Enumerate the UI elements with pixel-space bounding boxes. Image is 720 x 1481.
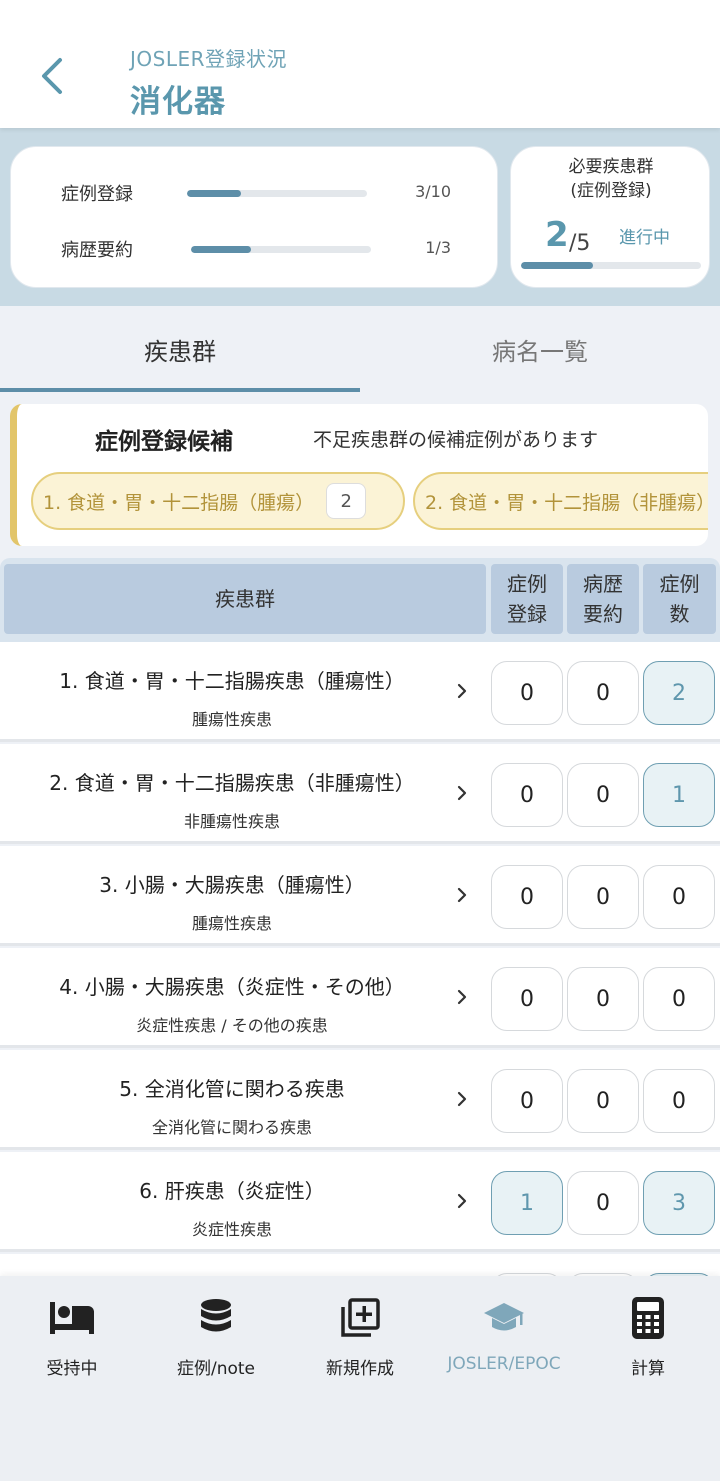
progress-row-registration: 症例登録 3/10 — [11, 177, 499, 207]
graduation-cap-icon — [480, 1294, 528, 1342]
candidate-title: 症例登録候補 — [95, 429, 233, 455]
candidate-chip[interactable]: 1. 食道・胃・十二指腸（腫瘍） 2 — [31, 472, 405, 530]
chevron-right-icon — [457, 1091, 467, 1107]
chip-count-badge: 2 — [326, 483, 367, 519]
header-disease-group: 疾患群 — [4, 564, 486, 634]
table-header: 疾患群 症例 登録 病歴 要約 症例数 — [0, 558, 720, 642]
row-disease-subtitle: 炎症性疾患 — [191, 1220, 272, 1239]
header-case-registration: 症例 登録 — [491, 564, 563, 634]
row-disease-name: 2. 食道・胃・十二指腸疾患（非腫瘍性） — [49, 771, 415, 795]
app-header: JOSLER登録状況 消化器 — [0, 0, 720, 128]
cell-history-summary[interactable]: 0 — [567, 763, 639, 827]
chip-label: 1. 食道・胃・十二指腸（腫瘍） — [43, 491, 315, 514]
nav-item-new[interactable]: 新規作成 — [288, 1294, 432, 1384]
required-groups-card: 必要疾患群 (症例登録) 2 /5 進行中 — [510, 146, 710, 288]
cell-history-summary[interactable]: 0 — [567, 661, 639, 725]
candidate-subtitle: 不足疾患群の候補症例があります — [313, 429, 599, 451]
row-disease-subtitle: 炎症性疾患 / その他の疾患 — [136, 1016, 328, 1035]
back-button[interactable] — [26, 48, 76, 104]
row-disease-subtitle: 腫瘍性疾患 — [191, 710, 272, 729]
chevron-right-icon — [457, 1193, 467, 1209]
row-disease-name: 5. 全消化管に関わる疾患 — [119, 1077, 345, 1101]
progress-count: 1/3 — [425, 238, 451, 257]
tab-disease-groups[interactable]: 疾患群 — [0, 306, 360, 392]
progress-fill — [191, 246, 251, 253]
row-disease-subtitle: 腫瘍性疾患 — [191, 914, 272, 933]
nav-item-cases[interactable]: 症例/note — [144, 1294, 288, 1384]
page-title: 消化器 — [130, 84, 226, 120]
nav-label: 新規作成 — [326, 1359, 394, 1379]
add-box-icon — [336, 1294, 384, 1342]
row-disease-subtitle: 全消化管に関わる疾患 — [151, 1118, 312, 1137]
nav-label: JOSLER/EPOC — [447, 1354, 561, 1374]
cell-case-registration[interactable]: 0 — [491, 661, 563, 725]
candidate-panel: 症例登録候補 不足疾患群の候補症例があります 1. 食道・胃・十二指腸（腫瘍） … — [10, 404, 708, 546]
cell-case-registration[interactable]: 1 — [491, 1171, 563, 1235]
header-history-summary: 病歴 要約 — [567, 564, 639, 634]
table-row[interactable]: 3. 小腸・大腸疾患（腫瘍性） 腫瘍性疾患 0 0 0 — [0, 846, 720, 946]
progress-row-summary: 病歴要約 1/3 — [11, 233, 499, 263]
table-row[interactable]: 1. 食道・胃・十二指腸疾患（腫瘍性） 腫瘍性疾患 0 0 2 — [0, 642, 720, 742]
candidate-chip[interactable]: 2. 食道・胃・十二指腸（非腫瘍） — [413, 472, 708, 530]
chevron-left-icon — [42, 58, 62, 94]
progress-card: 症例登録 3/10 病歴要約 1/3 — [10, 146, 498, 288]
page-subtitle: JOSLER登録状況 — [130, 47, 288, 71]
nav-label: 計算 — [631, 1359, 665, 1379]
cell-case-count[interactable]: 2 — [643, 661, 715, 725]
cell-case-count[interactable]: 1 — [643, 763, 715, 827]
nav-item-calculator[interactable]: 計算 — [576, 1294, 720, 1384]
cell-history-summary[interactable]: 0 — [567, 1171, 639, 1235]
cell-case-registration[interactable]: 0 — [491, 967, 563, 1031]
header-case-count: 症例数 — [643, 564, 716, 634]
progress-fill — [187, 190, 241, 197]
nav-item-patients[interactable]: 受持中 — [0, 1294, 144, 1384]
tab-bar: 疾患群 病名一覧 — [0, 306, 720, 392]
chevron-right-icon — [457, 683, 467, 699]
cell-case-registration[interactable]: 0 — [491, 865, 563, 929]
bed-icon — [48, 1294, 96, 1342]
progress-label: 症例登録 — [61, 184, 133, 205]
cell-case-count[interactable]: 3 — [643, 1171, 715, 1235]
nav-label: 受持中 — [46, 1359, 98, 1379]
cell-case-count[interactable]: 0 — [643, 967, 715, 1031]
table-row[interactable]: 6. 肝疾患（炎症性） 炎症性疾患 1 0 3 — [0, 1152, 720, 1252]
progress-bar — [191, 246, 371, 253]
status-badge: 進行中 — [619, 228, 670, 248]
row-disease-name: 4. 小腸・大腸疾患（炎症性・その他） — [59, 975, 405, 999]
progress-count: 3/10 — [415, 182, 451, 201]
cell-case-registration[interactable]: 0 — [491, 1069, 563, 1133]
chip-label: 2. 食道・胃・十二指腸（非腫瘍） — [425, 491, 708, 514]
progress-bar — [187, 190, 367, 197]
table-row[interactable]: 5. 全消化管に関わる疾患 全消化管に関わる疾患 0 0 0 — [0, 1050, 720, 1150]
chevron-right-icon — [457, 989, 467, 1005]
row-disease-name: 6. 肝疾患（炎症性） — [139, 1179, 325, 1203]
chevron-right-icon — [457, 785, 467, 801]
cell-case-count[interactable]: 0 — [643, 865, 715, 929]
row-disease-name: 3. 小腸・大腸疾患（腫瘍性） — [99, 873, 365, 897]
cell-history-summary[interactable]: 0 — [567, 1069, 639, 1133]
cell-case-registration[interactable]: 0 — [491, 763, 563, 827]
nav-label: 症例/note — [176, 1359, 256, 1379]
progress-fill — [521, 262, 593, 269]
cell-case-count[interactable]: 0 — [643, 1069, 715, 1133]
tab-indicator — [0, 388, 360, 392]
progress-label: 病歴要約 — [61, 240, 133, 261]
row-disease-subtitle: 非腫瘍性疾患 — [183, 812, 280, 831]
required-done: 2 — [545, 215, 569, 255]
cell-history-summary[interactable]: 0 — [567, 865, 639, 929]
table-row[interactable]: 4. 小腸・大腸疾患（炎症性・その他） 炎症性疾患 / その他の疾患 0 0 0 — [0, 948, 720, 1048]
cell-history-summary[interactable]: 0 — [567, 967, 639, 1031]
required-total: /5 — [569, 231, 591, 256]
database-icon — [192, 1294, 240, 1342]
nav-item-josler[interactable]: JOSLER/EPOC — [432, 1294, 576, 1384]
required-title: 必要疾患群 (症例登録) — [568, 157, 654, 201]
bottom-navigation: 受持中 症例/note 新規作成 JOSLER/EPOC 計算 — [0, 1276, 720, 1481]
summary-band: 症例登録 3/10 病歴要約 1/3 必要疾患群 (症例登録) 2 /5 進行中 — [0, 128, 720, 306]
required-progress-bar — [521, 262, 701, 269]
table-row[interactable]: 2. 食道・胃・十二指腸疾患（非腫瘍性） 非腫瘍性疾患 0 0 1 — [0, 744, 720, 844]
calculator-icon — [624, 1294, 672, 1342]
chevron-right-icon — [457, 887, 467, 903]
row-disease-name: 1. 食道・胃・十二指腸疾患（腫瘍性） — [59, 669, 405, 693]
tab-disease-list[interactable]: 病名一覧 — [360, 306, 720, 392]
